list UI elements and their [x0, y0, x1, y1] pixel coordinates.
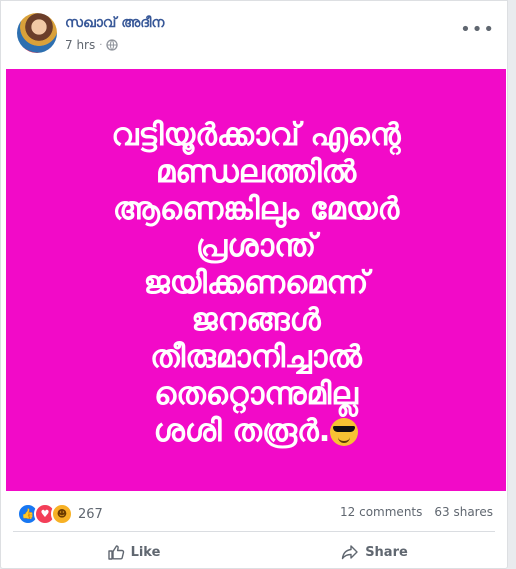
post-time[interactable]: 7 hrs	[65, 38, 95, 52]
divider	[13, 531, 495, 532]
author-avatar[interactable]	[17, 13, 57, 53]
post-card: സഖാവ് അദീന 7 hrs · ••• വട്ടിയൂർക്കാവ് എന…	[0, 0, 508, 569]
shares-count[interactable]: 63 shares	[434, 505, 493, 519]
post-text: വട്ടിയൂർക്കാവ് എന്റെ മണ്ഡലത്തിൽ ആണെങ്കില…	[21, 117, 491, 450]
post-stats: 👍 ♥ ☻ 267 12 comments 63 shares	[17, 501, 493, 525]
post-text-line: ആണെങ്കിലും മേയർ	[112, 190, 400, 227]
post-actions: Like Share	[13, 537, 495, 567]
like-button[interactable]: Like	[13, 537, 254, 567]
post-text-line: ജനങ്ങൾ	[191, 301, 321, 338]
meta-separator: ·	[99, 39, 103, 51]
post-header: സഖാവ് അദീന 7 hrs · •••	[17, 11, 495, 59]
more-options-icon[interactable]: •••	[460, 19, 495, 40]
haha-icon: ☻	[51, 503, 73, 525]
post-text-last-line: ശശി തരൂർ.	[21, 413, 491, 450]
comments-count[interactable]: 12 comments	[340, 505, 422, 519]
post-text-line: ശശി തരൂർ.	[153, 412, 331, 449]
reaction-count[interactable]: 267	[78, 507, 103, 522]
share-arrow-icon	[341, 545, 358, 560]
post-text-line: ജയിക്കണമെന്ന്	[143, 264, 369, 301]
globe-icon[interactable]	[106, 39, 119, 51]
post-text-line: വട്ടിയൂർക്കാവ് എന്റെ	[111, 116, 401, 153]
post-text-line: മണ്ഡലത്തിൽ	[155, 153, 357, 190]
post-text-line: തെറ്റൊന്നുമില്ല	[154, 375, 358, 412]
author-name[interactable]: സഖാവ് അദീന	[65, 15, 164, 31]
reaction-summary[interactable]: 👍 ♥ ☻ 267	[17, 503, 103, 525]
share-label: Share	[365, 544, 408, 560]
post-text-image[interactable]: വട്ടിയൂർക്കാവ് എന്റെ മണ്ഡലത്തിൽ ആണെങ്കില…	[6, 69, 506, 491]
post-text-line: പ്രശാന്ത്	[195, 227, 317, 264]
post-meta: 7 hrs ·	[65, 38, 119, 52]
like-label: Like	[130, 544, 161, 560]
post-text-line: തീരുമാനിച്ചാൽ	[150, 338, 362, 375]
engagement-counts: 12 comments 63 shares	[340, 505, 493, 519]
share-button[interactable]: Share	[254, 537, 495, 567]
thumbs-up-icon	[107, 545, 124, 560]
sunglasses-emoji-icon	[330, 418, 359, 446]
